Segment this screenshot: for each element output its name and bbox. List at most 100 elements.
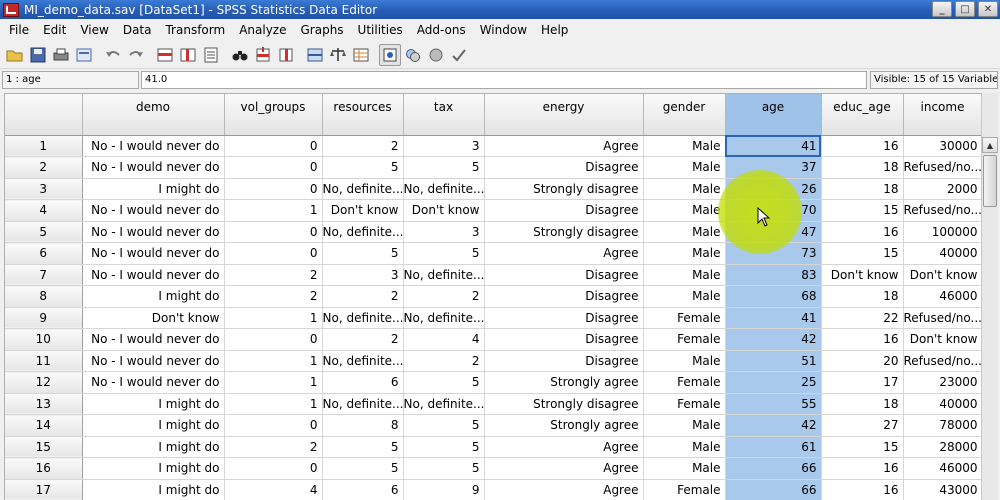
table-row[interactable]: 13 I might do 1 No, definite... No, definite… [5,393,981,415]
cell-tax[interactable]: Don't know [403,199,485,222]
cell-tax[interactable]: No, definite... [403,178,485,200]
row-number-header[interactable]: 1 [5,135,83,157]
cell-demo[interactable]: I might do [82,436,225,458]
cell-energy[interactable]: Strongly disagree [484,178,644,200]
cell-energy[interactable]: Disagree [484,328,644,351]
row-number-header[interactable]: 10 [5,328,83,351]
row-number-header[interactable]: 5 [5,221,83,243]
cell-educ-age[interactable]: 16 [821,328,904,351]
cell-resources[interactable]: 5 [322,242,404,265]
cell-vol-groups[interactable]: 0 [224,135,323,157]
weight-cases-icon[interactable] [327,44,349,66]
redo-icon[interactable] [125,44,147,66]
cell-vol-groups[interactable]: 1 [224,350,323,372]
column-header-educ-age[interactable]: educ_age [821,94,904,136]
cell-gender[interactable]: Female [643,393,726,415]
menu-add-ons[interactable]: Add-ons [410,23,473,37]
cell-vol-groups[interactable]: 0 [224,457,323,480]
cell-demo[interactable]: No - I would never do [82,199,225,222]
table-row[interactable]: 12 No - I would never do 1 6 5 Strongly agree… [5,371,981,394]
close-button[interactable]: ✕ [978,1,998,17]
cell-tax[interactable]: 5 [403,242,485,265]
cell-income[interactable]: 46000 [903,285,981,308]
cell-tax[interactable]: 3 [403,221,485,243]
cell-vol-groups[interactable]: 1 [224,371,323,394]
row-number-header[interactable]: 13 [5,393,83,415]
cell-tax[interactable]: No, definite... [403,393,485,415]
column-header-age[interactable]: age [725,94,822,136]
cell-demo[interactable]: I might do [82,178,225,200]
cell-energy[interactable]: Agree [484,457,644,480]
table-row[interactable]: 4 No - I would never do 1 Don't know Don't k… [5,199,981,222]
cell-energy[interactable]: Disagree [484,199,644,222]
cell-educ-age[interactable]: 18 [821,393,904,415]
cell-resources[interactable]: 3 [322,264,404,286]
cell-income[interactable]: 100000 [903,221,981,243]
cell-age[interactable]: 61 [725,436,822,458]
cell-educ-age[interactable]: 22 [821,307,904,329]
cell-gender[interactable]: Male [643,178,726,200]
cell-energy[interactable]: Strongly disagree [484,393,644,415]
cell-resources[interactable]: 2 [322,135,404,157]
table-row[interactable]: 11 No - I would never do 1 No, definite... 2… [5,350,981,372]
cell-gender[interactable]: Male [643,199,726,222]
cell-income[interactable]: Don't know [903,328,981,351]
cell-tax[interactable]: 4 [403,328,485,351]
cell-demo[interactable]: No - I would never do [82,328,225,351]
cell-educ-age[interactable]: 27 [821,414,904,437]
cell-age[interactable]: 41 [725,307,822,329]
cell-educ-age[interactable]: 18 [821,156,904,179]
cell-vol-groups[interactable]: 1 [224,307,323,329]
cell-tax[interactable]: 9 [403,479,485,500]
cell-tax[interactable]: 5 [403,457,485,480]
column-header-resources[interactable]: resources [322,94,404,136]
dialog-recall-icon[interactable] [73,44,95,66]
cell-vol-groups[interactable]: 0 [224,221,323,243]
table-row[interactable]: 1 No - I would never do 0 2 3 Agree Male 41 16 30… [5,135,981,157]
cell-tax[interactable]: No, definite... [403,307,485,329]
cell-resources[interactable]: 8 [322,414,404,437]
cell-demo[interactable]: No - I would never do [82,221,225,243]
cell-income[interactable]: 78000 [903,414,981,437]
cell-energy[interactable]: Agree [484,479,644,500]
cell-educ-age[interactable]: 18 [821,178,904,200]
cell-income[interactable]: Refused/no... [903,350,981,372]
save-icon[interactable] [27,44,49,66]
cell-income[interactable]: 46000 [903,457,981,480]
cell-demo[interactable]: No - I would never do [82,242,225,265]
cell-gender[interactable]: Male [643,457,726,480]
cell-age[interactable]: 66 [725,457,822,480]
row-number-header[interactable]: 4 [5,199,83,222]
cell-value-field[interactable]: 41.0 [141,71,867,89]
minimize-button[interactable]: _ [932,1,952,17]
cell-resources[interactable]: 5 [322,156,404,179]
column-header-income[interactable]: income [903,94,981,136]
cell-tax[interactable]: 2 [403,285,485,308]
corner-header[interactable] [5,94,83,136]
menu-window[interactable]: Window [473,23,534,37]
cell-vol-groups[interactable]: 0 [224,156,323,179]
row-number-header[interactable]: 9 [5,307,83,329]
column-header-tax[interactable]: tax [403,94,485,136]
cell-educ-age[interactable]: 18 [821,285,904,308]
cell-demo[interactable]: I might do [82,285,225,308]
insert-cases-icon[interactable] [252,44,274,66]
menu-help[interactable]: Help [534,23,575,37]
cell-vol-groups[interactable]: 4 [224,479,323,500]
cell-age[interactable]: 25 [725,371,822,394]
cell-educ-age[interactable]: 16 [821,457,904,480]
column-header-energy[interactable]: energy [484,94,644,136]
cell-energy[interactable]: Strongly agree [484,414,644,437]
cell-income[interactable]: 40000 [903,242,981,265]
cell-age[interactable]: 83 [725,264,822,286]
table-row[interactable]: 16 I might do 0 5 5 Agree Male 66 16 46000 [5,457,981,480]
menu-file[interactable]: File [2,23,36,37]
cell-resources[interactable]: 5 [322,457,404,480]
use-sets-icon[interactable] [402,44,424,66]
cell-resources[interactable]: No, definite... [322,393,404,415]
table-row[interactable]: 8I might do 2 2 2 Disagree Male 68 18 46000 [5,285,981,308]
column-header-gender[interactable]: gender [643,94,726,136]
cell-tax[interactable]: 5 [403,436,485,458]
cell-demo[interactable]: Don't know [82,307,225,329]
cell-age[interactable]: 41 [725,135,822,157]
